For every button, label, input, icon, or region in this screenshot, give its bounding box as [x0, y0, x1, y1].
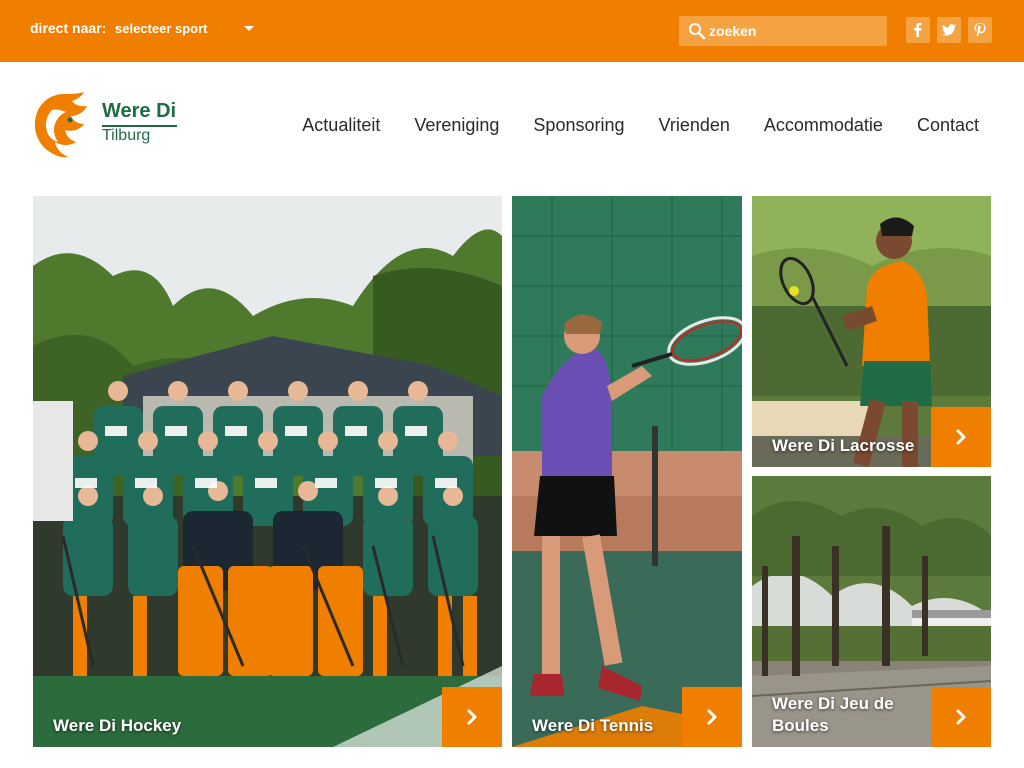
chevron-right-icon	[956, 709, 966, 725]
tile-jeu-de-boules[interactable]: Were Di Jeu de Boules	[752, 476, 991, 747]
tile-lacrosse-title: Were Di Lacrosse	[772, 436, 915, 455]
tile-hockey[interactable]: Were Di Hockey	[33, 196, 502, 747]
search-box[interactable]	[679, 16, 887, 46]
search-icon	[689, 23, 706, 40]
chevron-right-icon	[956, 429, 966, 445]
tile-lacrosse-arrow-button[interactable]	[931, 407, 991, 467]
top-bar: direct naar: selecteer sport	[0, 0, 1024, 62]
tile-jeu-de-boules-title-line2: Boules	[772, 716, 829, 735]
tile-jeu-de-boules-arrow-button[interactable]	[931, 687, 991, 747]
caret-down-icon	[244, 26, 254, 31]
tile-hockey-title: Were Di Hockey	[53, 716, 182, 735]
tile-tennis-arrow-button[interactable]	[682, 687, 742, 747]
twitter-button[interactable]	[937, 17, 961, 43]
chevron-right-icon	[467, 709, 477, 725]
twitter-icon	[942, 24, 956, 36]
chevron-right-icon	[707, 709, 717, 725]
logo-name-line2: Tilburg	[102, 127, 151, 144]
hockey-team-photo	[33, 196, 502, 747]
site-logo[interactable]: Were Di Tilburg	[30, 90, 190, 160]
nav-item-sponsoring[interactable]: Sponsoring	[533, 115, 624, 136]
tile-jeu-de-boules-title-line1: Were Di Jeu de	[772, 694, 894, 713]
facebook-button[interactable]	[906, 17, 930, 43]
pinterest-icon	[974, 23, 986, 38]
sport-select[interactable]: selecteer sport	[115, 14, 260, 42]
nav-item-vereniging[interactable]: Vereniging	[414, 115, 499, 136]
search-input[interactable]	[709, 23, 879, 39]
tile-tennis-title: Were Di Tennis	[532, 716, 654, 735]
pinterest-button[interactable]	[968, 17, 992, 43]
tile-hockey-arrow-button[interactable]	[442, 687, 502, 747]
tennis-photo	[512, 196, 742, 747]
nav-item-actualiteit[interactable]: Actualiteit	[302, 115, 380, 136]
tile-lacrosse[interactable]: Were Di Lacrosse	[752, 196, 991, 467]
tile-tennis[interactable]: Were Di Tennis	[512, 196, 742, 747]
sport-select-value: selecteer sport	[115, 20, 208, 36]
direct-naar-label: direct naar:	[30, 20, 107, 36]
logo-name-line1: Were Di	[102, 100, 177, 122]
nav-item-contact[interactable]: Contact	[917, 115, 979, 136]
nav-item-accommodatie[interactable]: Accommodatie	[764, 115, 883, 136]
nav-item-vrienden[interactable]: Vrienden	[659, 115, 730, 136]
main-nav: Actualiteit Vereniging Sponsoring Vriend…	[302, 115, 979, 136]
lion-logo-icon	[34, 92, 87, 158]
facebook-icon	[914, 22, 922, 37]
